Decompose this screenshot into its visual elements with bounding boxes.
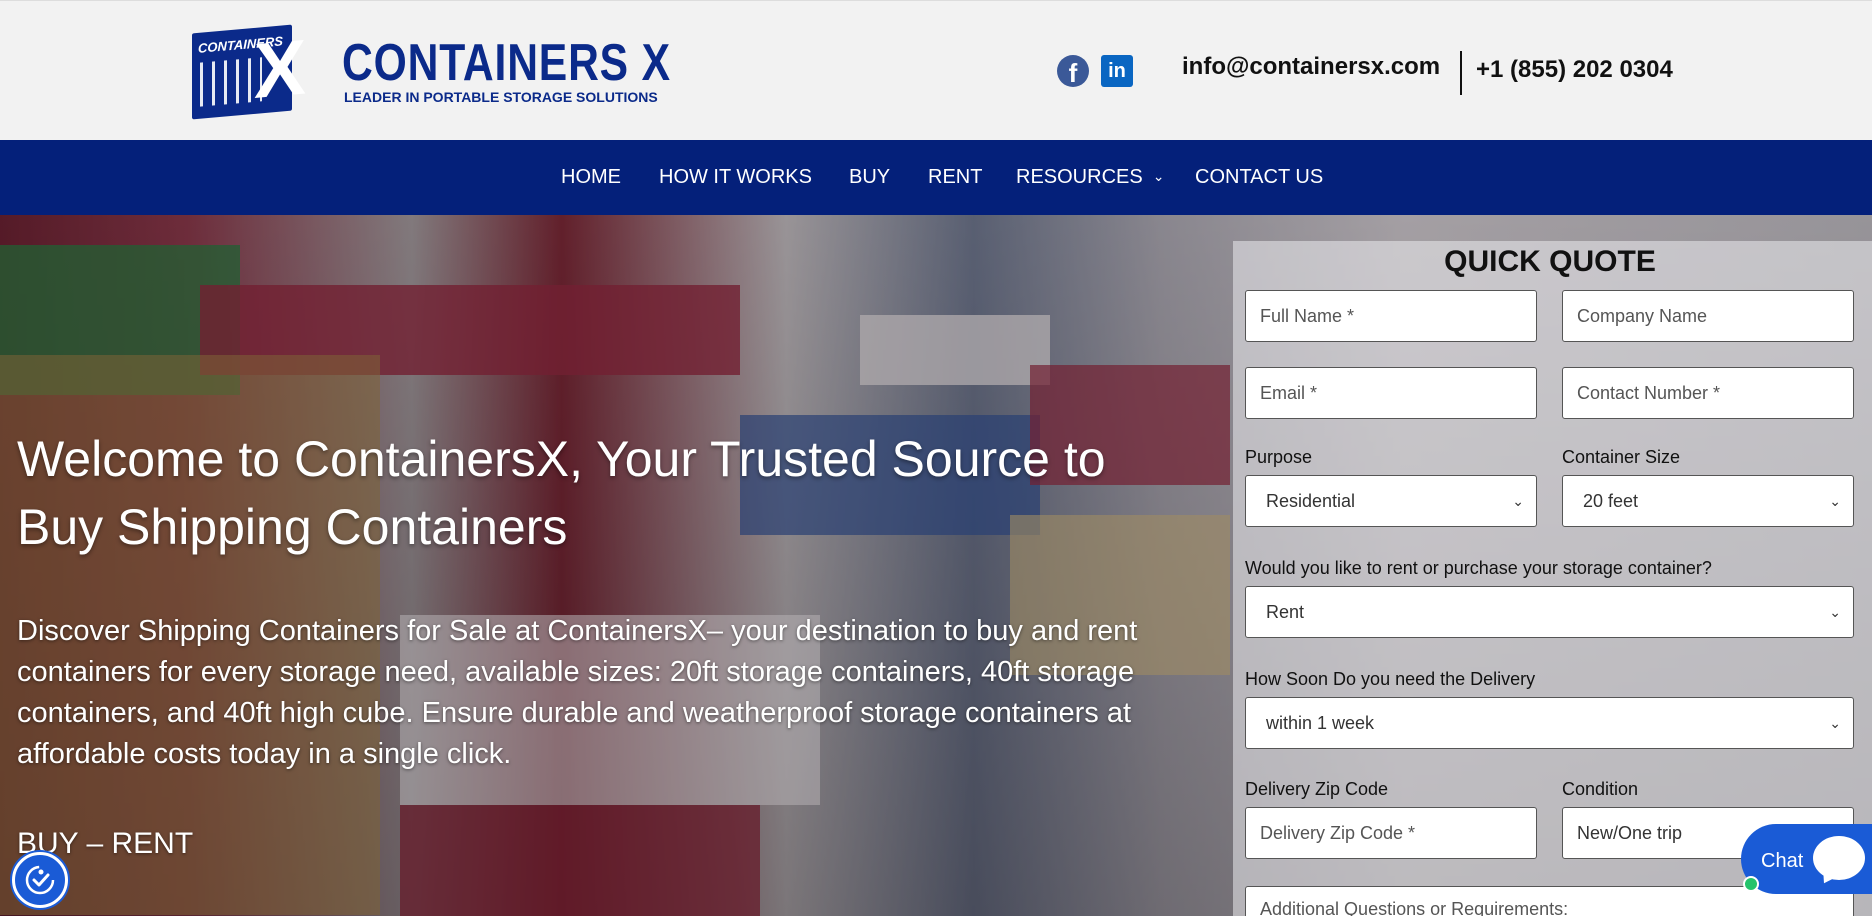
site-header: CONTAINERS X CONTAINERS X LEADER IN PORT…: [0, 0, 1872, 140]
rent-or-purchase-label: Would you like to rent or purchase your …: [1245, 558, 1712, 578]
nav-item-rent[interactable]: RENT: [928, 166, 982, 189]
delivery-timing-label: How Soon Do you need the Delivery: [1245, 669, 1536, 689]
chat-launcher-button[interactable]: Chat: [1741, 824, 1872, 894]
chevron-down-icon: ⌄: [1829, 493, 1841, 509]
logo-wordmark: CONTAINERS X: [342, 34, 671, 92]
nav-item-contact-us[interactable]: CONTACT US: [1195, 166, 1323, 189]
contact-divider: [1460, 51, 1462, 95]
email-input[interactable]: Email *: [1245, 367, 1537, 419]
contact-email-link[interactable]: info@containersx.com: [1182, 53, 1440, 81]
purpose-label: Purpose: [1245, 447, 1313, 467]
logo-tagline: LEADER IN PORTABLE STORAGE SOLUTIONS: [344, 89, 658, 105]
chat-label: Chat: [1761, 850, 1804, 872]
logo-x: X: [254, 22, 307, 115]
container-size-select-value: 20 feet: [1583, 491, 1639, 511]
delivery-timing-select-value: within 1 week: [1266, 713, 1375, 733]
containersx-logo[interactable]: CONTAINERS X CONTAINERS X LEADER IN PORT…: [192, 22, 670, 120]
delivery-zip-label: Delivery Zip Code: [1245, 779, 1389, 799]
nav-item-home[interactable]: HOME: [561, 166, 621, 189]
purpose-select-value: Residential: [1266, 491, 1356, 511]
chat-bubble-icon: [1813, 836, 1865, 880]
nav-item-buy[interactable]: BUY: [849, 166, 890, 189]
condition-label: Condition: [1562, 779, 1639, 799]
accessibility-button[interactable]: [12, 852, 68, 908]
container-stripes-graphic: [200, 57, 262, 107]
chevron-down-icon: ⌄: [1512, 493, 1524, 509]
nav-item-resources[interactable]: RESOURCES ⌄: [1016, 166, 1164, 189]
quick-quote-title: QUICK QUOTE: [1444, 245, 1656, 278]
main-nav: HOME HOW IT WORKS BUY RENT RESOURCES ⌄ CO…: [0, 140, 1872, 215]
hero-title: Welcome to ContainersX, Your Trusted Sou…: [17, 431, 1106, 555]
full-name-input[interactable]: Full Name *: [1245, 290, 1537, 342]
hero-description: Discover Shipping Containers for Sale at…: [17, 615, 1138, 770]
company-name-input[interactable]: Company Name: [1562, 290, 1854, 342]
chevron-down-icon: ⌄: [1829, 604, 1841, 620]
online-status-dot: [1743, 876, 1759, 892]
nav-item-how-it-works[interactable]: HOW IT WORKS: [659, 166, 812, 189]
facebook-icon[interactable]: f: [1057, 55, 1089, 87]
quick-quote-form: QUICK QUOTE Full Name * Company Name Ema…: [1233, 241, 1872, 916]
purpose-select[interactable]: Residential ⌄: [1245, 475, 1537, 527]
rent-or-purchase-select[interactable]: Rent ⌄: [1245, 586, 1854, 638]
delivery-timing-select[interactable]: within 1 week ⌄: [1245, 697, 1854, 749]
container-size-label: Container Size: [1562, 447, 1681, 467]
logo-mark: CONTAINERS X: [192, 22, 306, 120]
chevron-down-icon: ⌄: [1152, 168, 1165, 184]
accessibility-icon: [25, 865, 55, 895]
container-size-select[interactable]: 20 feet ⌄: [1562, 475, 1854, 527]
delivery-zip-input[interactable]: Delivery Zip Code *: [1245, 807, 1537, 859]
rent-or-purchase-select-value: Rent: [1266, 602, 1305, 622]
linkedin-icon[interactable]: in: [1101, 55, 1133, 87]
nav-item-resources-label: RESOURCES: [1016, 166, 1143, 188]
contact-number-input[interactable]: Contact Number *: [1562, 367, 1854, 419]
contact-phone-link[interactable]: +1 (855) 202 0304: [1476, 56, 1673, 84]
chevron-down-icon: ⌄: [1829, 715, 1841, 731]
